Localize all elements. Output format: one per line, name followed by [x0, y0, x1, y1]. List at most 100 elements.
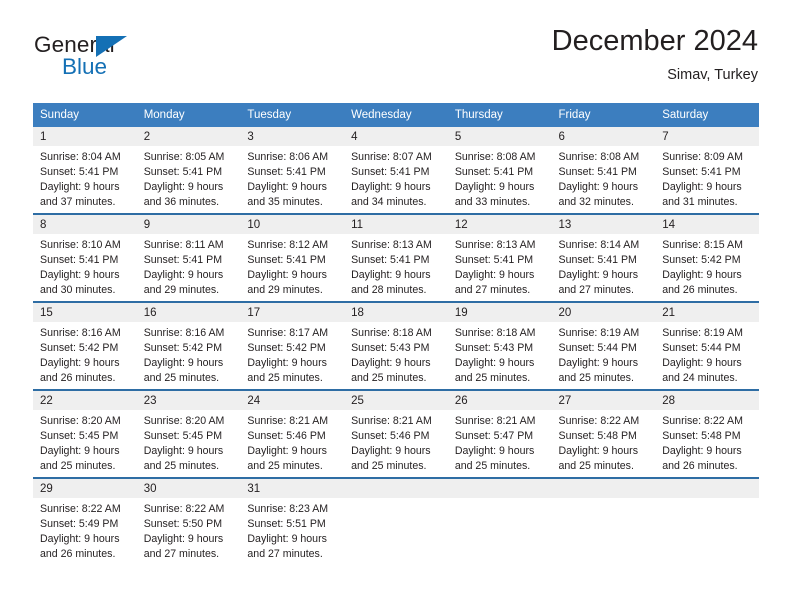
- day-number: 4: [344, 127, 448, 147]
- calendar-day-cell[interactable]: 16 Sunrise: 8:16 AM Sunset: 5:42 PM Dayl…: [136, 301, 241, 391]
- daylight-text-line2: and 25 minutes.: [143, 372, 220, 385]
- daylight-text-line1: Daylight: 9 hours: [351, 357, 431, 370]
- day-number: 31: [240, 479, 345, 499]
- daylight-text-line2: and 25 minutes.: [143, 460, 220, 473]
- day-number: 11: [344, 215, 448, 235]
- calendar-day-cell[interactable]: 17 Sunrise: 8:17 AM Sunset: 5:42 PM Dayl…: [240, 301, 345, 391]
- calendar-day-cell[interactable]: 18 Sunrise: 8:18 AM Sunset: 5:43 PM Dayl…: [344, 301, 448, 391]
- sunset-text: Sunset: 5:41 PM: [143, 166, 223, 179]
- calendar-day-cell[interactable]: 8 Sunrise: 8:10 AM Sunset: 5:41 PM Dayli…: [33, 213, 137, 303]
- day-details: Sunrise: 8:12 AM Sunset: 5:41 PM Dayligh…: [240, 234, 344, 298]
- location-subtitle: Simav, Turkey: [667, 66, 758, 83]
- calendar-week-row: 15 Sunrise: 8:16 AM Sunset: 5:42 PM Dayl…: [33, 301, 759, 391]
- calendar-day-cell[interactable]: 23 Sunrise: 8:20 AM Sunset: 5:45 PM Dayl…: [136, 389, 241, 479]
- day-details: Sunrise: 8:05 AM Sunset: 5:41 PM Dayligh…: [137, 146, 241, 210]
- sunset-text: Sunset: 5:48 PM: [558, 430, 637, 443]
- daylight-text-line2: and 34 minutes.: [351, 196, 427, 209]
- daylight-text-line2: and 26 minutes.: [662, 284, 738, 297]
- daylight-text-line1: Daylight: 9 hours: [247, 357, 327, 370]
- daylight-text-line2: and 25 minutes.: [40, 460, 116, 473]
- calendar-day-cell[interactable]: 25 Sunrise: 8:21 AM Sunset: 5:46 PM Dayl…: [344, 389, 448, 479]
- calendar-day-cell[interactable]: 5 Sunrise: 8:08 AM Sunset: 5:41 PM Dayli…: [447, 127, 552, 214]
- daylight-text-line2: and 25 minutes.: [247, 372, 323, 385]
- calendar-day-cell[interactable]: 10 Sunrise: 8:12 AM Sunset: 5:41 PM Dayl…: [240, 213, 345, 303]
- daylight-text-line2: and 27 minutes.: [558, 284, 634, 297]
- daylight-text-line1: Daylight: 9 hours: [662, 269, 742, 282]
- calendar-day-cell[interactable]: 29 Sunrise: 8:22 AM Sunset: 5:49 PM Dayl…: [33, 477, 137, 566]
- day-number: [344, 479, 448, 499]
- sunset-text: Sunset: 5:45 PM: [143, 430, 223, 443]
- calendar-day-cell[interactable]: 7 Sunrise: 8:09 AM Sunset: 5:41 PM Dayli…: [655, 127, 759, 214]
- sunrise-text: Sunrise: 8:21 AM: [351, 415, 432, 428]
- calendar-day-cell[interactable]: 28 Sunrise: 8:22 AM Sunset: 5:48 PM Dayl…: [655, 389, 759, 479]
- calendar-day-cell[interactable]: 6 Sunrise: 8:08 AM Sunset: 5:41 PM Dayli…: [551, 127, 656, 214]
- sunset-text: Sunset: 5:41 PM: [247, 254, 326, 267]
- day-number: 15: [33, 303, 137, 323]
- calendar-day-cell[interactable]: 2 Sunrise: 8:05 AM Sunset: 5:41 PM Dayli…: [136, 127, 241, 214]
- calendar-day-cell[interactable]: 20 Sunrise: 8:19 AM Sunset: 5:44 PM Dayl…: [551, 301, 656, 391]
- calendar-day-cell[interactable]: 26 Sunrise: 8:21 AM Sunset: 5:47 PM Dayl…: [447, 389, 552, 479]
- day-details: Sunrise: 8:21 AM Sunset: 5:46 PM Dayligh…: [344, 410, 448, 474]
- calendar-day-cell[interactable]: 4 Sunrise: 8:07 AM Sunset: 5:41 PM Dayli…: [344, 127, 448, 214]
- day-number: 5: [447, 127, 552, 147]
- sunset-text: Sunset: 5:42 PM: [143, 342, 223, 355]
- daylight-text-line2: and 37 minutes.: [40, 196, 116, 209]
- day-number: [447, 479, 552, 499]
- sunrise-text: Sunrise: 8:13 AM: [454, 239, 536, 252]
- sunrise-text: Sunrise: 8:04 AM: [40, 151, 121, 164]
- sunset-text: Sunset: 5:50 PM: [143, 518, 223, 531]
- day-number: 12: [447, 215, 552, 235]
- day-details: Sunrise: 8:15 AM Sunset: 5:42 PM Dayligh…: [655, 234, 759, 298]
- sunset-text: Sunset: 5:41 PM: [143, 254, 223, 267]
- calendar-week-row: 8 Sunrise: 8:10 AM Sunset: 5:41 PM Dayli…: [33, 213, 759, 303]
- sunrise-text: Sunrise: 8:19 AM: [662, 327, 743, 340]
- calendar-day-cell[interactable]: 14 Sunrise: 8:15 AM Sunset: 5:42 PM Dayl…: [655, 213, 759, 303]
- calendar-grid: Sunday Monday Tuesday Wednesday Thursday…: [33, 103, 759, 566]
- daylight-text-line1: Daylight: 9 hours: [247, 269, 327, 282]
- calendar-day-cell[interactable]: 21 Sunrise: 8:19 AM Sunset: 5:44 PM Dayl…: [655, 301, 759, 391]
- calendar-day-cell-empty: [655, 477, 759, 566]
- calendar-day-cell[interactable]: 12 Sunrise: 8:13 AM Sunset: 5:41 PM Dayl…: [447, 213, 552, 303]
- sunrise-text: Sunrise: 8:19 AM: [558, 327, 640, 340]
- daylight-text-line1: Daylight: 9 hours: [143, 357, 224, 370]
- sunrise-text: Sunrise: 8:13 AM: [351, 239, 432, 252]
- calendar-week-row: 1 Sunrise: 8:04 AM Sunset: 5:41 PM Dayli…: [33, 127, 759, 214]
- calendar-day-cell[interactable]: 31 Sunrise: 8:23 AM Sunset: 5:51 PM Dayl…: [240, 477, 345, 566]
- calendar-day-cell[interactable]: 30 Sunrise: 8:22 AM Sunset: 5:50 PM Dayl…: [136, 477, 241, 566]
- calendar-day-cell[interactable]: 1 Sunrise: 8:04 AM Sunset: 5:41 PM Dayli…: [33, 127, 137, 214]
- calendar-day-cell[interactable]: 9 Sunrise: 8:11 AM Sunset: 5:41 PM Dayli…: [136, 213, 241, 303]
- day-details: Sunrise: 8:09 AM Sunset: 5:41 PM Dayligh…: [655, 146, 759, 210]
- calendar-day-cell[interactable]: 22 Sunrise: 8:20 AM Sunset: 5:45 PM Dayl…: [33, 389, 137, 479]
- sunrise-text: Sunrise: 8:15 AM: [662, 239, 743, 252]
- day-details: Sunrise: 8:21 AM Sunset: 5:47 PM Dayligh…: [448, 410, 552, 474]
- general-blue-logo[interactable]: General Blue: [34, 33, 204, 88]
- daylight-text-line1: Daylight: 9 hours: [40, 269, 120, 282]
- day-number: 21: [655, 303, 759, 323]
- calendar-day-cell[interactable]: 24 Sunrise: 8:21 AM Sunset: 5:46 PM Dayl…: [240, 389, 345, 479]
- day-number: 8: [33, 215, 137, 235]
- weekday-header-thursday: Thursday: [447, 103, 552, 128]
- sunset-text: Sunset: 5:41 PM: [40, 166, 119, 179]
- daylight-text-line1: Daylight: 9 hours: [143, 445, 224, 458]
- daylight-text-line1: Daylight: 9 hours: [40, 445, 120, 458]
- daylight-text-line1: Daylight: 9 hours: [143, 269, 224, 282]
- day-details: Sunrise: 8:20 AM Sunset: 5:45 PM Dayligh…: [137, 410, 241, 474]
- sunset-text: Sunset: 5:43 PM: [351, 342, 430, 355]
- sunset-text: Sunset: 5:41 PM: [454, 254, 534, 267]
- calendar-day-cell[interactable]: 27 Sunrise: 8:22 AM Sunset: 5:48 PM Dayl…: [551, 389, 656, 479]
- calendar-day-cell[interactable]: 13 Sunrise: 8:14 AM Sunset: 5:41 PM Dayl…: [551, 213, 656, 303]
- daylight-text-line1: Daylight: 9 hours: [558, 269, 639, 282]
- daylight-text-line2: and 25 minutes.: [247, 460, 323, 473]
- calendar-day-cell[interactable]: 15 Sunrise: 8:16 AM Sunset: 5:42 PM Dayl…: [33, 301, 137, 391]
- sunrise-text: Sunrise: 8:08 AM: [454, 151, 536, 164]
- daylight-text-line2: and 26 minutes.: [662, 460, 738, 473]
- daylight-text-line1: Daylight: 9 hours: [454, 181, 535, 194]
- daylight-text-line2: and 36 minutes.: [143, 196, 220, 209]
- calendar-day-cell[interactable]: 11 Sunrise: 8:13 AM Sunset: 5:41 PM Dayl…: [344, 213, 448, 303]
- calendar-day-cell[interactable]: 3 Sunrise: 8:06 AM Sunset: 5:41 PM Dayli…: [240, 127, 345, 214]
- sunrise-text: Sunrise: 8:22 AM: [662, 415, 743, 428]
- calendar-day-cell[interactable]: 19 Sunrise: 8:18 AM Sunset: 5:43 PM Dayl…: [447, 301, 552, 391]
- daylight-text-line1: Daylight: 9 hours: [143, 181, 224, 194]
- day-details: Sunrise: 8:22 AM Sunset: 5:49 PM Dayligh…: [33, 498, 137, 562]
- weekday-header-sunday: Sunday: [33, 103, 137, 128]
